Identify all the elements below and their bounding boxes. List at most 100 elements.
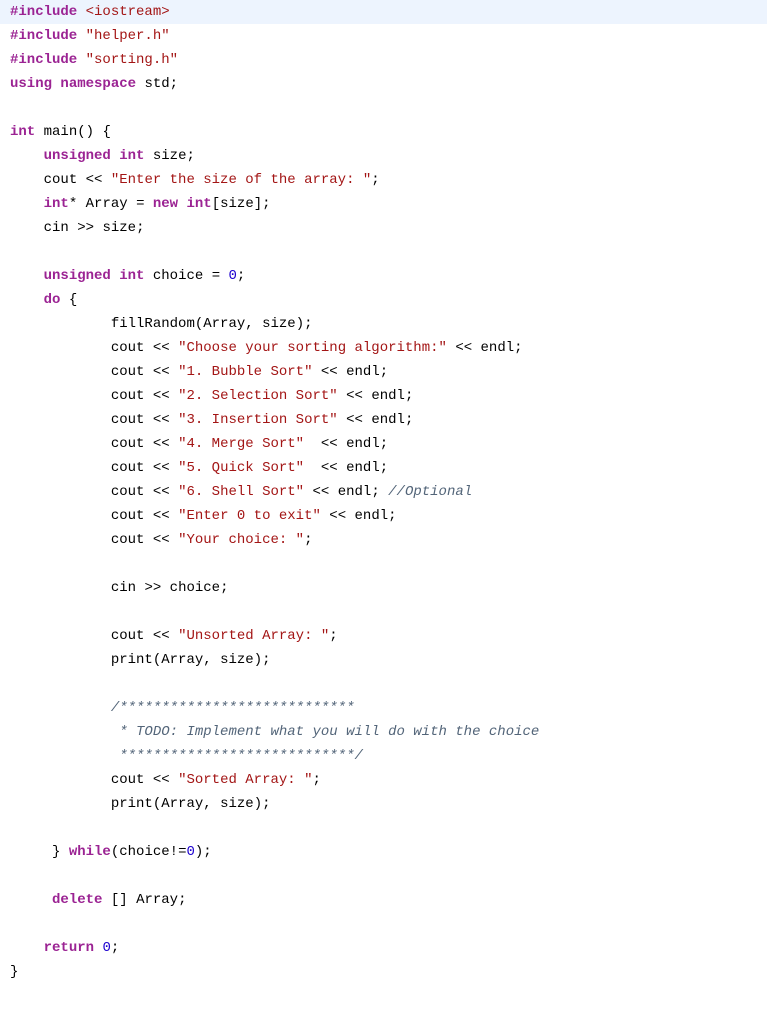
punct: ; — [371, 172, 379, 188]
string-literal: "Enter the size of the array: " — [111, 172, 371, 188]
number-literal: 0 — [186, 844, 194, 860]
preprocessor: #include — [10, 4, 77, 20]
punct: ) — [254, 652, 262, 668]
code-line-7: unsigned int size; — [0, 144, 767, 168]
code-line-28: print(Array, size); — [0, 648, 767, 672]
punct: ; — [380, 364, 388, 380]
keyword: delete — [52, 892, 102, 908]
keyword: int — [10, 124, 35, 140]
identifier: cout — [111, 508, 145, 524]
punct: ; — [388, 508, 396, 524]
punct: >> — [144, 580, 161, 596]
punct: [ — [212, 196, 220, 212]
punct: ] — [254, 196, 262, 212]
punct: ) — [254, 796, 262, 812]
punct: ( — [111, 844, 119, 860]
include-path: <iostream> — [86, 4, 170, 20]
number-literal: 0 — [229, 268, 237, 284]
punct: << — [153, 532, 170, 548]
code-line-10: cin >> size; — [0, 216, 767, 240]
identifier: size — [220, 796, 254, 812]
punct: << — [153, 628, 170, 644]
identifier: endl — [481, 340, 515, 356]
punct: ( — [153, 796, 161, 812]
code-line-14: fillRandom(Array, size); — [0, 312, 767, 336]
code-line-25: cin >> choice; — [0, 576, 767, 600]
code-line-12: unsigned int choice = 0; — [0, 264, 767, 288]
punct: = — [136, 196, 144, 212]
punct: ; — [262, 196, 270, 212]
punct: ; — [514, 340, 522, 356]
punct: = — [212, 268, 220, 284]
identifier: endl — [355, 508, 389, 524]
code-line-9: int* Array = new int[size]; — [0, 192, 767, 216]
code-line-2: #include "helper.h" — [0, 24, 767, 48]
code-line-30: /**************************** — [0, 696, 767, 720]
punct: << — [153, 460, 170, 476]
code-line-34: print(Array, size); — [0, 792, 767, 816]
punct: { — [69, 292, 77, 308]
string-literal: "1. Bubble Sort" — [178, 364, 312, 380]
identifier: cout — [111, 412, 145, 428]
punct: << — [321, 436, 338, 452]
keyword: unsigned — [44, 148, 111, 164]
identifier: cout — [111, 532, 145, 548]
string-literal: "6. Shell Sort" — [178, 484, 304, 500]
code-line-31: * TODO: Implement what you will do with … — [0, 720, 767, 744]
identifier: Array — [161, 652, 203, 668]
punct: ; — [329, 628, 337, 644]
punct: ( — [195, 316, 203, 332]
punct: , — [203, 652, 211, 668]
keyword: using — [10, 76, 52, 92]
code-line-20: cout << "5. Quick Sort" << endl; — [0, 456, 767, 480]
punct: { — [102, 124, 110, 140]
code-line-36: } while(choice!=0); — [0, 840, 767, 864]
code-line-22: cout << "Enter 0 to exit" << endl; — [0, 504, 767, 528]
keyword: namespace — [60, 76, 136, 92]
comment: /**************************** — [111, 700, 355, 716]
identifier: Array — [161, 796, 203, 812]
punct: << — [153, 364, 170, 380]
keyword: int — [119, 268, 144, 284]
punct: ; — [380, 436, 388, 452]
punct: * — [69, 196, 77, 212]
punct: } — [10, 964, 18, 980]
identifier: endl — [346, 364, 380, 380]
string-literal: "Your choice: " — [178, 532, 304, 548]
include-path: "helper.h" — [86, 28, 170, 44]
punct: ; — [220, 580, 228, 596]
identifier: cout — [44, 172, 78, 188]
punct: ; — [405, 412, 413, 428]
punct: << — [153, 412, 170, 428]
punct: ; — [262, 796, 270, 812]
identifier: std — [144, 76, 169, 92]
keyword: return — [44, 940, 94, 956]
preprocessor: #include — [10, 52, 77, 68]
punct: << — [153, 388, 170, 404]
code-line-37 — [0, 864, 767, 888]
string-literal: "4. Merge Sort" — [178, 436, 304, 452]
code-line-4: using namespace std; — [0, 72, 767, 96]
identifier: size — [220, 652, 254, 668]
identifier: Array — [203, 316, 245, 332]
punct: << — [86, 172, 103, 188]
punct: ; — [304, 316, 312, 332]
punct: ; — [380, 460, 388, 476]
punct: ; — [262, 652, 270, 668]
number-literal: 0 — [102, 940, 110, 956]
code-line-6: int main() { — [0, 120, 767, 144]
punct: ; — [170, 76, 178, 92]
punct: ; — [405, 388, 413, 404]
identifier: endl — [371, 412, 405, 428]
code-line-19: cout << "4. Merge Sort" << endl; — [0, 432, 767, 456]
punct: ) — [296, 316, 304, 332]
code-block: #include <iostream> #include "helper.h" … — [0, 0, 767, 984]
punct: ; — [178, 892, 186, 908]
punct: >> — [77, 220, 94, 236]
code-line-16: cout << "1. Bubble Sort" << endl; — [0, 360, 767, 384]
code-line-15: cout << "Choose your sorting algorithm:"… — [0, 336, 767, 360]
code-line-33: cout << "Sorted Array: "; — [0, 768, 767, 792]
identifier: size — [153, 148, 187, 164]
punct: << — [153, 772, 170, 788]
keyword: do — [44, 292, 61, 308]
